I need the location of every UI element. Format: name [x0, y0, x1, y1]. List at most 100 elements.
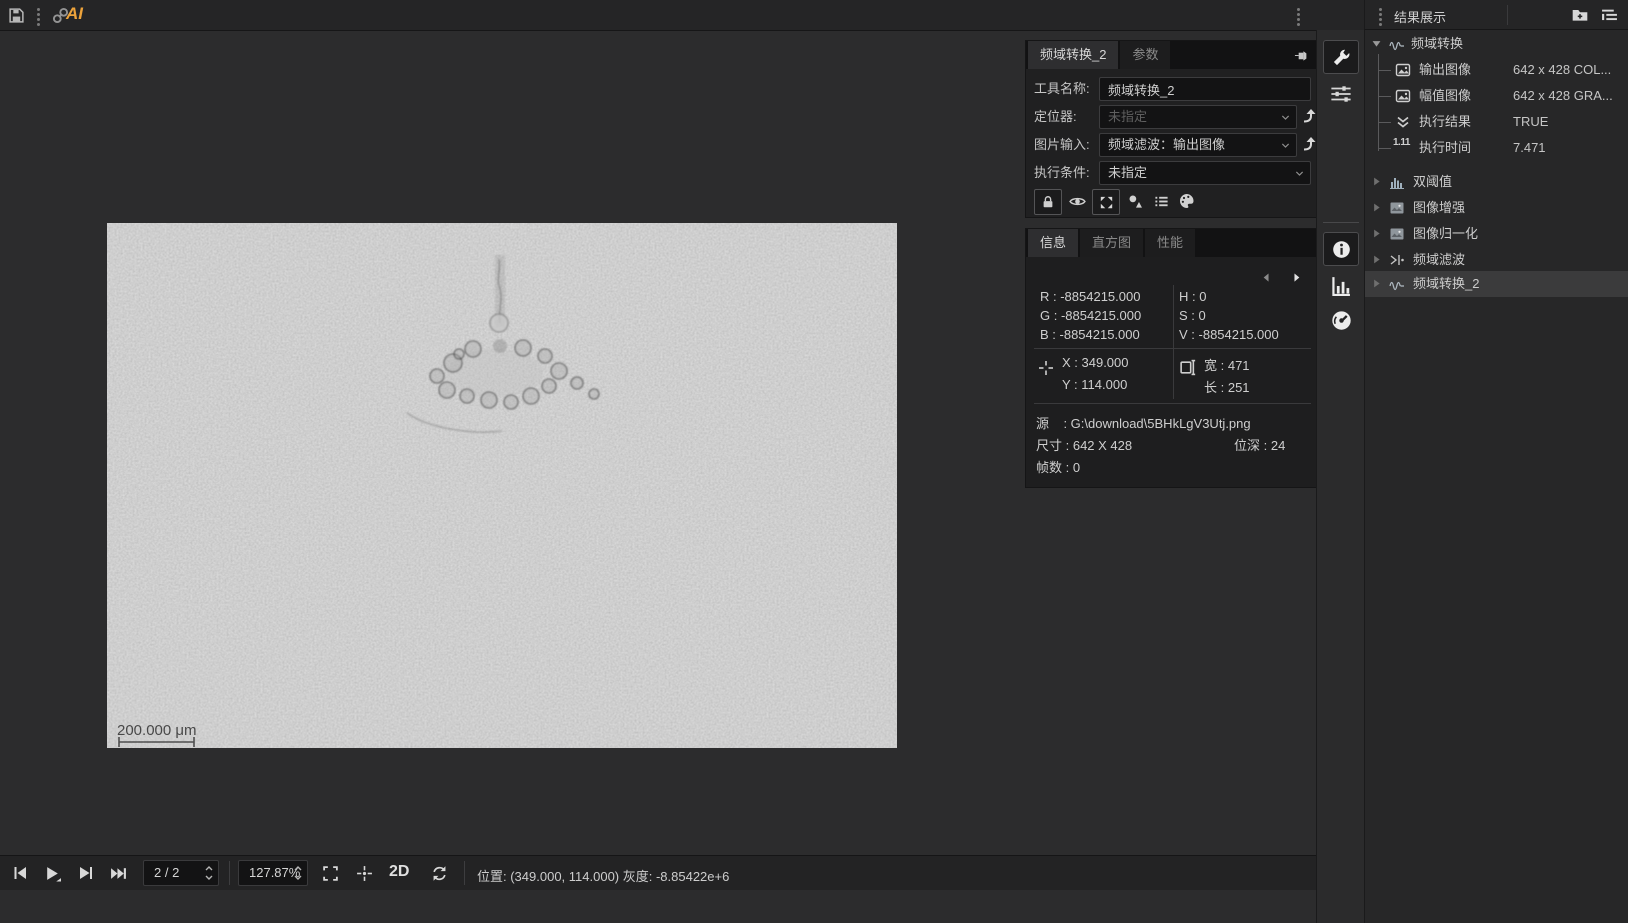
toolbar-grip-handle[interactable] [37, 8, 40, 26]
tab-info[interactable]: 信息 [1028, 229, 1078, 257]
region-length-value: 长 : 251 [1204, 377, 1250, 396]
panel-grip-handle[interactable] [1297, 8, 1300, 26]
locator-assign-icon[interactable] [1301, 107, 1317, 125]
tools-wrench-button[interactable] [1323, 40, 1359, 74]
skip-to-end-button[interactable] [110, 865, 128, 881]
histogram-icon [1389, 174, 1405, 190]
time-111-icon: 1.11 [1393, 135, 1410, 151]
tool-name-label: 工具名称: [1034, 77, 1090, 101]
tool-name-input[interactable] [1099, 77, 1311, 101]
frame-counter-spinner[interactable]: 2 / 2 [143, 860, 219, 886]
scale-bar-label: 200.000 μm [117, 722, 197, 739]
pager-right-icon[interactable] [1290, 271, 1303, 284]
pixel-v-value: V : -8854215.000 [1179, 327, 1279, 342]
cursor-position-icon [1038, 360, 1054, 376]
frame-count-value: 帧数 : 0 [1036, 457, 1080, 476]
palette-button[interactable] [1174, 189, 1200, 213]
performance-gauge-button[interactable] [1327, 306, 1355, 334]
tab-histogram[interactable]: 直方图 [1080, 229, 1143, 257]
loop-refresh-button[interactable] [431, 865, 449, 881]
locator-dropdown[interactable]: 未指定 [1099, 105, 1297, 129]
tree-item-output-image[interactable]: 输出图像 642 x 428 COL... [1365, 57, 1628, 83]
caret-right-icon[interactable] [1371, 176, 1382, 187]
center-crosshair-button[interactable] [356, 865, 374, 881]
caret-right-icon[interactable] [1371, 228, 1382, 239]
side-tool-strip [1316, 30, 1364, 923]
list-overlay-button[interactable] [1148, 189, 1174, 213]
image-icon [1395, 62, 1411, 78]
results-panel-header: 结果展示 [1364, 0, 1628, 30]
tree-item-exec-time[interactable]: 1.11 执行时间 7.471 [1365, 135, 1628, 161]
zoom-level-spinner[interactable]: 127.87% [238, 860, 308, 886]
expand-view-button[interactable] [1092, 189, 1120, 215]
exec-condition-dropdown[interactable]: 未指定 [1099, 161, 1311, 185]
spinner-arrows-icon[interactable] [293, 864, 303, 882]
pixel-r-value: R : -8854215.000 [1040, 289, 1140, 304]
play-button[interactable] [44, 865, 62, 881]
tool-name-input-field[interactable] [1108, 78, 1302, 100]
tree-item-freq-filter[interactable]: 频域滤波 [1365, 247, 1628, 273]
pin-icon[interactable] [1294, 48, 1309, 63]
tree-item-value: 7.471 [1513, 135, 1546, 161]
settings-sliders-button[interactable] [1327, 80, 1355, 108]
chevron-down-icon [1280, 112, 1291, 123]
cursor-status-text: 位置: (349.000, 114.000) 灰度: -8.85422e+6 [477, 866, 729, 885]
caret-right-icon[interactable] [1371, 278, 1382, 289]
skip-to-start-button[interactable] [12, 865, 30, 881]
visibility-eye-button[interactable] [1064, 189, 1090, 213]
info-divider-horizontal [1034, 348, 1311, 349]
image-size-value: 尺寸 : 642 X 428 [1036, 435, 1132, 454]
tree-item-label: 频域转换 [1411, 31, 1463, 57]
double-check-icon [1395, 114, 1411, 130]
view-mode-2d-button[interactable]: 2D [389, 863, 409, 881]
collapse-tree-icon[interactable] [1601, 7, 1618, 24]
image-input-assign-icon[interactable] [1301, 135, 1317, 153]
tree-item-value: 642 x 428 COL... [1513, 57, 1611, 83]
fit-to-screen-button[interactable] [322, 865, 340, 881]
tree-item-image-normalize[interactable]: 图像归一化 [1365, 221, 1628, 247]
tab-parameters[interactable]: 参数 [1120, 41, 1170, 69]
tree-item-freq-transform[interactable]: 频域转换 [1365, 31, 1628, 57]
image-source-path: 源 : G:\download\5BHkLgV3Utj.png [1036, 413, 1251, 432]
cursor-y-value: Y : 114.000 [1062, 377, 1127, 392]
waveform-icon [1389, 276, 1405, 292]
tree-item-label: 频域滤波 [1413, 247, 1465, 273]
region-width-value: 宽 : 471 [1204, 355, 1250, 374]
pager-left-icon[interactable] [1260, 271, 1273, 284]
step-forward-button[interactable] [78, 865, 96, 881]
tree-item-label: 输出图像 [1419, 57, 1471, 83]
tree-item-dual-threshold[interactable]: 双阈值 [1365, 169, 1628, 195]
tree-item-image-enhance[interactable]: 图像增强 [1365, 195, 1628, 221]
tree-item-amplitude-image[interactable]: 幅值图像 642 x 428 GRA... [1365, 83, 1628, 109]
caret-right-icon[interactable] [1371, 202, 1382, 213]
tab-performance[interactable]: 性能 [1145, 229, 1195, 257]
results-grip-handle[interactable] [1379, 8, 1382, 26]
tree-item-label: 执行结果 [1419, 109, 1471, 135]
strip-divider [1323, 222, 1359, 223]
micrograph-image: 200.000 μm [107, 223, 897, 748]
pixel-b-value: B : -8854215.000 [1040, 327, 1140, 342]
tree-item-value: 642 x 428 GRA... [1513, 83, 1613, 109]
tab-tool-name[interactable]: 频域转换_2 [1028, 41, 1118, 69]
locator-label: 定位器: [1034, 105, 1077, 129]
histogram-view-button[interactable] [1327, 272, 1355, 300]
info-view-button[interactable] [1323, 232, 1359, 266]
caret-right-icon[interactable] [1371, 254, 1382, 265]
pixel-h-value: H : 0 [1179, 289, 1206, 304]
app-window: { "app": { "logo_text": "AI" }, "tool_pa… [0, 0, 1628, 923]
shapes-overlay-button[interactable] [1122, 189, 1148, 213]
tree-item-freq-transform-2[interactable]: 频域转换_2 [1365, 271, 1628, 297]
lock-toggle-button[interactable] [1034, 189, 1062, 215]
caret-down-icon[interactable] [1371, 38, 1382, 49]
add-folder-icon[interactable] [1571, 6, 1589, 24]
micrograph-canvas[interactable]: 200.000 μm [107, 223, 897, 748]
waveform-icon [1389, 36, 1405, 52]
spinner-arrows-icon[interactable] [204, 864, 214, 882]
playback-toolbar: 2 / 2 127.87% 2D 位置: (349.000, 114.000) … [0, 855, 1316, 890]
image-input-dropdown[interactable]: 频域滤波：输出图像 [1099, 133, 1297, 157]
photo-icon [1389, 226, 1405, 242]
save-icon[interactable] [8, 7, 25, 24]
pixel-s-value: S : 0 [1179, 308, 1206, 323]
chevron-down-icon [1294, 168, 1305, 179]
tree-item-exec-result[interactable]: 执行结果 TRUE [1365, 109, 1628, 135]
